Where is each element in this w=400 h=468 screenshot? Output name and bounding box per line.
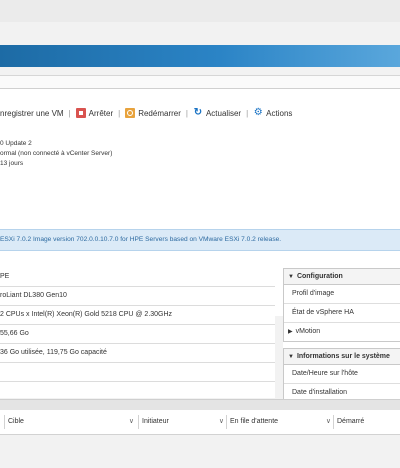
reboot-button[interactable]: Redémarrer [125, 108, 181, 118]
notice-text: ESXi 7.0.2 Image version 702.0.0.10.7.0 … [0, 236, 282, 243]
shutdown-label: Arrêter [88, 108, 114, 118]
hardware-row-storage: 36 Go utilisée, 119,75 Go capacité [0, 344, 275, 363]
chevron-down-icon: ▼ [288, 354, 294, 360]
gear-icon: ⚙ [253, 107, 263, 118]
chevron-down-icon: ▼ [288, 274, 294, 280]
shutdown-button[interactable]: Arrêter [75, 108, 114, 118]
system-info-card: ▼ Informations sur le système Date/Heure … [283, 348, 400, 403]
column-queued[interactable]: En file d'attente ∨ [226, 410, 331, 434]
chevron-down-icon: ∨ [128, 418, 134, 425]
toolbar-separator: | [185, 108, 188, 118]
system-item-host-datetime[interactable]: Date/Heure sur l'hôte [284, 365, 400, 384]
tasks-body [0, 435, 400, 468]
configuration-title: Configuration [296, 273, 343, 280]
reboot-icon [125, 108, 136, 118]
config-item-vsphere-ha[interactable]: État de vSphere HA [284, 304, 400, 323]
side-panels: ▼ Configuration Profil d'image État de vS… [283, 268, 400, 409]
configuration-header[interactable]: ▼ Configuration [284, 269, 400, 285]
hardware-row-empty [0, 363, 275, 382]
host-version: 0 Update 2 [0, 140, 32, 147]
actions-button[interactable]: ⚙ Actions [253, 107, 293, 118]
chevron-down-icon: ∨ [218, 418, 224, 425]
host-toolbar: nregistrer une VM | Arrêter | Redémarrer… [0, 106, 292, 120]
hardware-row-memory: 55,66 Go [0, 325, 275, 344]
vmotion-label: vMotion [295, 328, 321, 335]
host-info: 0 Update 2 ormal (non connecté à vCenter… [0, 139, 112, 169]
system-info-header[interactable]: ▼ Informations sur le système [284, 349, 400, 365]
chevron-down-icon: ∨ [325, 418, 331, 425]
toolbar-separator: | [118, 108, 121, 118]
column-started-label: Démarré [337, 418, 365, 425]
column-started[interactable]: Démarré [333, 410, 400, 434]
configuration-card: ▼ Configuration Profil d'image État de vS… [283, 268, 400, 342]
toolbar-separator: | [68, 108, 71, 118]
column-target[interactable]: Cible ∨ [4, 410, 134, 434]
hardware-row-model: roLiant DL380 Gen10 [0, 287, 275, 306]
host-state: ormal (non connecté à vCenter Server) [0, 150, 113, 157]
register-vm-button[interactable]: nregistrer une VM [0, 109, 64, 118]
toolbar-separator: | [246, 108, 249, 118]
refresh-icon: ↻ [193, 107, 203, 118]
column-target-label: Cible [8, 418, 24, 425]
hardware-table: PE roLiant DL380 Gen10 2 CPUs x Intel(R)… [0, 268, 275, 398]
register-vm-label: nregistrer une VM [0, 108, 64, 118]
column-initiator-label: Initiateur [142, 418, 169, 425]
app-header-banner [0, 45, 400, 67]
refresh-label: Actualiser [205, 108, 242, 118]
top-strip [0, 0, 400, 22]
column-initiator[interactable]: Initiateur ∨ [138, 410, 224, 434]
shutdown-icon [75, 108, 86, 118]
config-item-image-profile[interactable]: Profil d'image [284, 285, 400, 304]
hardware-row-cpu: 2 CPUs x Intel(R) Xeon(R) Gold 5218 CPU … [0, 306, 275, 325]
refresh-button[interactable]: ↻ Actualiser [193, 108, 241, 118]
panel-header [0, 76, 400, 89]
recent-tasks-columns: Cible ∨ Initiateur ∨ En file d'attente ∨… [0, 410, 400, 435]
reboot-label: Redémarrer [138, 108, 181, 118]
config-item-vmotion[interactable]: ▶ vMotion [284, 323, 400, 341]
host-uptime: 13 jours [0, 160, 24, 167]
hardware-row-manufacturer: PE [0, 268, 275, 287]
image-profile-notice: ESXi 7.0.2 Image version 702.0.0.10.7.0 … [0, 229, 400, 251]
system-info-title: Informations sur le système [296, 353, 390, 360]
column-queued-label: En file d'attente [230, 418, 279, 425]
actions-label: Actions [266, 108, 293, 118]
chevron-right-icon: ▶ [288, 329, 293, 335]
recent-tasks-header [0, 399, 400, 410]
